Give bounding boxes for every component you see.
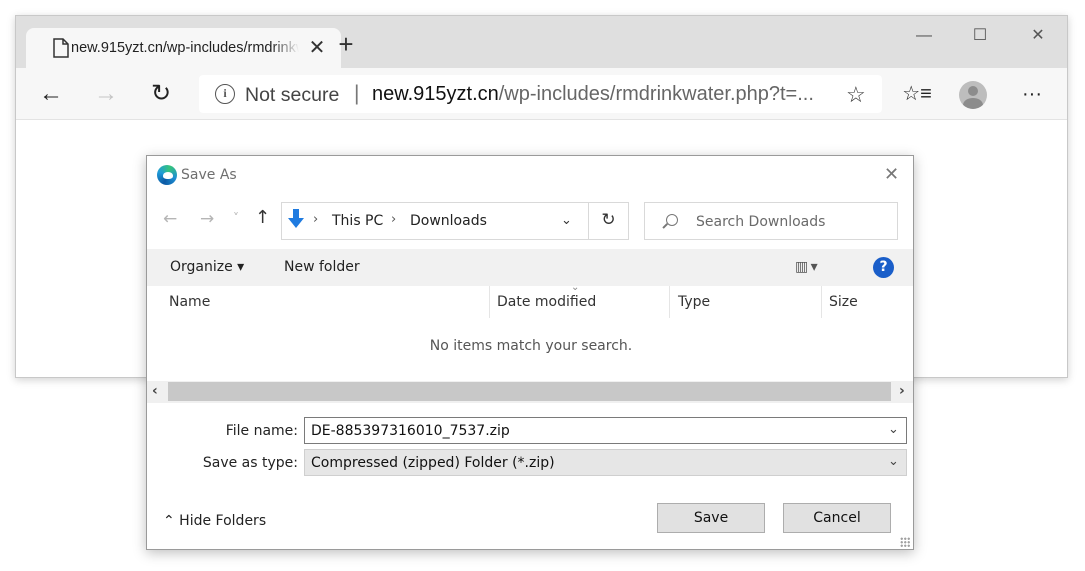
scroll-left-icon[interactable]: ‹ <box>152 383 158 399</box>
column-type[interactable]: Type <box>678 294 710 310</box>
favorite-star-icon[interactable]: ☆ <box>846 82 866 108</box>
more-menu-icon[interactable]: ··· <box>1017 80 1047 110</box>
breadcrumb-downloads[interactable]: Downloads <box>410 213 487 229</box>
recent-locations-icon[interactable]: ˅ <box>233 211 239 225</box>
url-text[interactable]: new.915yzt.cn/wp-includes/rmdrinkwater.p… <box>372 83 834 106</box>
up-folder-icon[interactable]: ↑ <box>255 207 270 228</box>
save-type-select[interactable]: Compressed (zipped) Folder (*.zip) ⌄ <box>304 449 907 476</box>
file-name-label: File name: <box>225 423 298 439</box>
url-separator: | <box>354 82 360 105</box>
cancel-button[interactable]: Cancel <box>783 503 891 533</box>
dialog-back-icon[interactable]: ← <box>163 209 177 229</box>
dialog-title: Save As <box>181 167 237 183</box>
command-bar: Organize ▾ New folder ▥ ▾ ? <box>147 249 913 286</box>
column-name[interactable]: Name <box>169 294 210 310</box>
tab-close-icon[interactable]: ✕ <box>307 37 327 59</box>
search-icon <box>666 214 678 226</box>
file-name-dropdown-icon[interactable]: ⌄ <box>888 422 899 437</box>
column-date-modified[interactable]: Date modified <box>497 294 596 310</box>
save-type-label: Save as type: <box>202 455 298 471</box>
search-downloads-input[interactable]: Search Downloads <box>644 202 898 240</box>
file-name-field[interactable]: DE-885397316010_7537.zip ⌄ <box>304 417 907 444</box>
dialog-forward-icon[interactable]: → <box>200 209 214 229</box>
organize-menu[interactable]: Organize ▾ <box>170 259 244 275</box>
back-button[interactable]: ← <box>36 80 66 110</box>
url-domain: new.915yzt.cn <box>372 83 499 105</box>
scroll-right-icon[interactable]: › <box>899 383 905 399</box>
new-tab-button[interactable]: + <box>333 31 359 58</box>
url-path: /wp-includes/rmdrinkwater.php?t=... <box>498 83 814 105</box>
edge-logo-icon <box>157 165 177 185</box>
column-size[interactable]: Size <box>829 294 858 310</box>
breadcrumb-this-pc[interactable]: This PC <box>332 213 383 229</box>
browser-tab[interactable]: new.915yzt.cn/wp-includes/rmdrinkwater.p… <box>26 28 341 68</box>
scrollbar-thumb[interactable] <box>168 382 891 401</box>
search-placeholder: Search Downloads <box>696 214 826 230</box>
save-type-value: Compressed (zipped) Folder (*.zip) <box>311 455 555 471</box>
empty-list-message: No items match your search. <box>429 338 633 354</box>
tab-strip: new.915yzt.cn/wp-includes/rmdrinkwater.p… <box>16 16 1067 68</box>
page-icon <box>53 38 69 58</box>
horizontal-scrollbar[interactable]: ‹ › <box>147 381 913 403</box>
help-icon[interactable]: ? <box>873 257 894 278</box>
save-as-dialog: Save As ✕ ← → ˅ ↑ › This PC › Downloads … <box>146 155 914 550</box>
sort-caret-icon: ⌄ <box>571 282 580 293</box>
breadcrumb-separator: › <box>313 212 319 227</box>
tab-title: new.915yzt.cn/wp-includes/rmdrinkwater.p… <box>71 40 299 56</box>
favorites-list-icon[interactable]: ☆≡ <box>902 80 932 110</box>
forward-button[interactable]: → <box>91 80 121 110</box>
security-label[interactable]: Not secure <box>245 84 339 107</box>
address-bar[interactable]: i Not secure | new.915yzt.cn/wp-includes… <box>199 75 882 113</box>
minimize-button[interactable]: — <box>914 26 934 46</box>
save-type-dropdown-icon[interactable]: ⌄ <box>888 454 899 469</box>
column-divider[interactable] <box>489 286 490 318</box>
new-folder-button[interactable]: New folder <box>284 259 360 275</box>
dialog-refresh-button[interactable]: ↻ <box>588 202 628 240</box>
hide-folders-button[interactable]: ⌃ Hide Folders <box>163 513 266 529</box>
profile-avatar[interactable] <box>959 81 987 109</box>
file-list-header: Name ⌄ Date modified Type Size <box>147 282 913 318</box>
maximize-button[interactable]: ☐ <box>970 26 990 46</box>
breadcrumb-dropdown-icon[interactable]: ⌄ <box>561 213 572 228</box>
browser-toolbar: ← → ↻ i Not secure | new.915yzt.cn/wp-in… <box>16 68 1067 120</box>
breadcrumb-bar[interactable]: › This PC › Downloads ⌄ <box>281 202 629 240</box>
refresh-button[interactable]: ↻ <box>146 80 176 110</box>
resize-grip-icon[interactable] <box>900 537 910 547</box>
window-close-button[interactable]: ✕ <box>1028 26 1048 46</box>
downloads-folder-icon <box>288 209 304 228</box>
breadcrumb-separator: › <box>391 212 397 227</box>
dialog-close-icon[interactable]: ✕ <box>884 164 899 185</box>
column-divider[interactable] <box>821 286 822 318</box>
file-name-value: DE-885397316010_7537.zip <box>311 423 510 439</box>
column-divider[interactable] <box>669 286 670 318</box>
dialog-address-row: ← → ˅ ↑ › This PC › Downloads ⌄ ↻ Search… <box>147 201 913 241</box>
save-button[interactable]: Save <box>657 503 765 533</box>
view-options-icon[interactable]: ▥ ▾ <box>795 259 818 275</box>
info-icon[interactable]: i <box>215 84 235 104</box>
